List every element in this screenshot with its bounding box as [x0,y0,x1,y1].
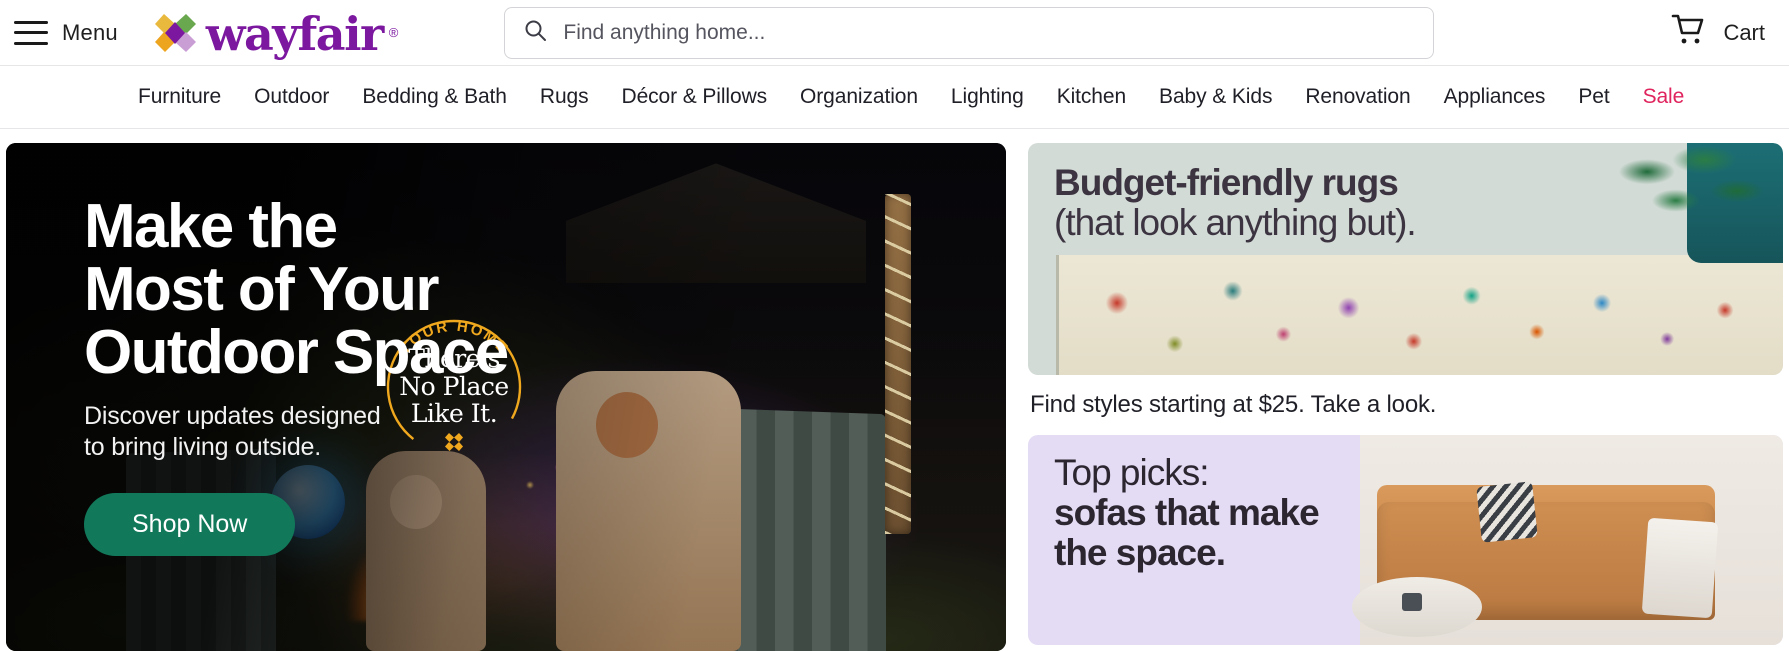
logo-trademark: ® [388,25,399,40]
sofa-product-image [1351,435,1783,645]
nav-item-kitchen[interactable]: Kitchen [1057,85,1126,109]
hero-text-block: Make the Most of Your Outdoor Space Disc… [84,195,644,556]
hero-subheadline: Discover updates designed to bring livin… [84,401,644,463]
top-picks-title-line-2: sofas that make [1054,491,1320,533]
nav-item-baby-kids[interactable]: Baby & Kids [1159,85,1272,109]
nav-item-organization[interactable]: Organization [800,85,918,109]
nav-item-furniture[interactable]: Furniture [138,85,221,109]
hero-subheadline-line-1: Discover updates designed [84,401,381,430]
nav-item-appliances[interactable]: Appliances [1444,85,1546,109]
budget-rugs-title-line-2: (that look anything but). [1054,201,1417,243]
shop-now-button[interactable]: Shop Now [84,492,296,556]
menu-button[interactable]: Menu [8,16,124,50]
nav-item-rugs[interactable]: Rugs [540,85,589,109]
nav-item-pet[interactable]: Pet [1578,85,1609,109]
cart-button[interactable]: Cart [1665,9,1771,56]
hero-subheadline-line-2: to bring living outside. [84,432,322,461]
wayfair-pinwheel-icon [150,10,200,56]
rug-card-plant-image [1593,143,1773,263]
hero-banner[interactable]: YOUR HOME There’s No Place Like It. Make… [6,143,1006,651]
hero-headline-line-2: Most of Your [84,255,440,325]
nav-item-sale[interactable]: Sale [1643,85,1685,109]
top-picks-title-line-3: the space. [1054,531,1226,573]
budget-rugs-title: Budget-friendly rugs (that look anything… [1054,162,1417,243]
search-icon [523,18,547,47]
top-picks-sofas-card[interactable]: Top picks: sofas that make the space. [1028,435,1783,645]
nav-item-bedding-bath[interactable]: Bedding & Bath [362,85,507,109]
hero-headline: Make the Most of Your Outdoor Space [84,195,644,385]
wayfair-logo[interactable]: wayfair ® [150,6,399,61]
nav-item-outdoor[interactable]: Outdoor [254,85,329,109]
nav-item-lighting[interactable]: Lighting [951,85,1024,109]
budget-rugs-card[interactable]: Budget-friendly rugs (that look anything… [1028,143,1783,375]
hero-headline-line-3: Outdoor Space [84,318,509,388]
top-picks-title-line-1: Top picks: [1054,452,1210,493]
rug-product-image [1056,255,1783,375]
search-input[interactable] [563,20,1416,45]
site-header: Menu wayfair ® Find anything home... Car… [0,0,1789,65]
cart-label: Cart [1723,19,1765,45]
hero-headline-line-1: Make the [84,192,338,261]
budget-rugs-title-line-1: Budget-friendly rugs [1054,162,1399,203]
main-content: YOUR HOME There’s No Place Like It. Make… [0,129,1789,651]
menu-label: Menu [62,19,118,45]
budget-rugs-caption[interactable]: Find styles starting at $25. Take a look… [1028,391,1783,419]
wayfair-wordmark: wayfair [205,6,384,61]
cart-icon [1671,13,1709,52]
nav-item-decor-pillows[interactable]: Décor & Pillows [622,85,768,109]
promo-column: Budget-friendly rugs (that look anything… [1028,143,1783,651]
top-picks-title: Top picks: sofas that make the space. [1054,452,1320,573]
search-bar[interactable] [504,6,1435,59]
nav-item-renovation[interactable]: Renovation [1305,85,1410,109]
hamburger-icon[interactable] [14,20,48,45]
category-nav: Furniture Outdoor Bedding & Bath Rugs Dé… [0,65,1789,129]
